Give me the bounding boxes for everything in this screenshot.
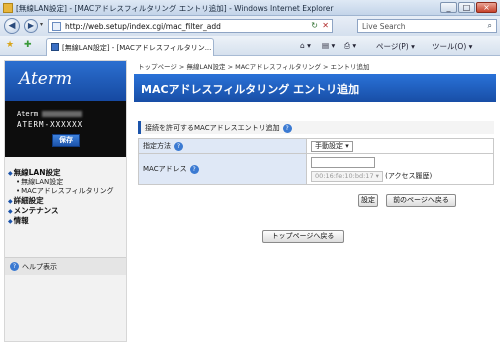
print-button[interactable]: ⎙ ▾ xyxy=(344,41,356,51)
mac-address-input[interactable] xyxy=(311,156,375,168)
section-title: 接続を許可するMACアドレスエントリ追加? xyxy=(138,121,494,134)
tools-menu-button[interactable]: ツール(O) ▾ xyxy=(432,41,472,52)
entry-form: 指定方法? 手動設定 ▾ MACアドレス? 00:16:fe:10:bd:17 … xyxy=(138,138,494,185)
save-button[interactable]: 保存 xyxy=(52,134,80,147)
menu-info[interactable]: 情報 xyxy=(8,216,124,226)
page-menu-button[interactable]: ページ(P) ▾ xyxy=(376,41,415,52)
main-panel: トップページ > 無線LAN設定 > MACアドレスフィルタリング > エントリ… xyxy=(134,56,496,352)
page-content: Aterm Aterm ATERM-XXXXXX 保存 無線LAN設定 無線LA… xyxy=(0,56,500,352)
add-favorites-icon[interactable]: ✚ xyxy=(24,40,32,50)
method-label-cell: 指定方法? xyxy=(138,138,307,154)
access-history-select[interactable]: 00:16:fe:10:bd:17 ▾ xyxy=(311,170,383,182)
stop-icon[interactable]: ✕ xyxy=(322,21,329,30)
sidebar-menu: 無線LAN設定 無線LAN設定 MACアドレスフィルタリング 詳細設定 メンテナ… xyxy=(8,168,124,226)
device-name: ATERM-XXXXXX xyxy=(17,120,84,129)
history-dropdown-icon[interactable]: ▾ xyxy=(40,21,43,28)
back-button[interactable]: 前のページへ戻る xyxy=(386,194,456,207)
minimize-button[interactable]: _ xyxy=(440,2,457,13)
mac-value-cell: 00:16:fe:10:bd:17 ▾ (アクセス履歴) xyxy=(306,153,494,185)
help-label: ヘルプ表示 xyxy=(22,263,57,271)
maximize-button[interactable]: □ xyxy=(458,2,475,13)
breadcrumb[interactable]: トップページ > 無線LAN設定 > MACアドレスフィルタリング > エントリ… xyxy=(138,61,370,71)
device-info-panel: Aterm ATERM-XXXXXX 保存 xyxy=(5,101,126,157)
sidebar: Aterm Aterm ATERM-XXXXXX 保存 無線LAN設定 無線LA… xyxy=(4,60,127,342)
redacted-model xyxy=(42,111,83,117)
tab-current[interactable]: [無線LAN設定] - [MACアドレスフィルタリン... xyxy=(46,38,214,56)
feeds-button[interactable]: ▤ ▾ xyxy=(322,41,335,50)
page-icon xyxy=(52,22,61,31)
url-text: http://web.setup/index.cgi/mac_filter_ad… xyxy=(65,22,221,31)
search-icon[interactable]: ⌕ xyxy=(488,21,492,31)
home-button[interactable]: ⌂ ▾ xyxy=(300,41,311,50)
menu-advanced[interactable]: 詳細設定 xyxy=(8,196,124,206)
access-history-label: (アクセス履歴) xyxy=(385,171,433,180)
top-page-button[interactable]: トップページへ戻る xyxy=(262,230,344,243)
help-icon: ? xyxy=(10,262,19,271)
address-field[interactable]: http://web.setup/index.cgi/mac_filter_ad… xyxy=(48,19,333,33)
mac-label-cell: MACアドレス? xyxy=(138,153,307,185)
window-title-bar: [無線LAN設定] - [MACアドレスフィルタリング エントリ追加] - Wi… xyxy=(0,0,500,16)
tab-favicon-icon xyxy=(51,43,59,51)
device-model: Aterm xyxy=(17,110,83,118)
menu-sub-mac-filtering[interactable]: MACアドレスフィルタリング xyxy=(8,187,124,196)
refresh-icon[interactable]: ↻ xyxy=(311,21,318,30)
back-arrow-icon[interactable]: ◀ xyxy=(4,18,20,34)
ie-app-icon xyxy=(3,3,13,13)
close-button[interactable]: × xyxy=(476,2,497,13)
aterm-logo: Aterm xyxy=(5,61,126,101)
tab-label: [無線LAN設定] - [MACアドレスフィルタリン... xyxy=(62,44,212,52)
method-select[interactable]: 手動設定 ▾ xyxy=(311,140,353,152)
method-value-cell: 手動設定 ▾ xyxy=(306,138,494,154)
method-help-icon[interactable]: ? xyxy=(174,141,183,151)
help-link[interactable]: ? ヘルプ表示 xyxy=(5,257,126,275)
submit-button[interactable]: 設定 xyxy=(358,194,378,207)
menu-maintenance[interactable]: メンテナンス xyxy=(8,206,124,216)
section-help-icon[interactable]: ? xyxy=(282,123,292,133)
forward-arrow-icon[interactable]: ▶ xyxy=(24,19,38,33)
search-placeholder: Live Search xyxy=(362,22,406,31)
search-input[interactable]: Live Search ⌕ xyxy=(357,19,497,33)
menu-sub-wireless-lan[interactable]: 無線LAN設定 xyxy=(8,178,124,187)
address-toolbar: ◀ ▶ ▾ http://web.setup/index.cgi/mac_fil… xyxy=(0,16,500,36)
menu-wireless-lan[interactable]: 無線LAN設定 xyxy=(8,168,124,178)
page-title: MACアドレスフィルタリング エントリ追加 xyxy=(134,74,496,102)
tab-bar: ★ ✚ [無線LAN設定] - [MACアドレスフィルタリン... ⌂ ▾ ▤ … xyxy=(0,36,500,56)
favorites-star-icon[interactable]: ★ xyxy=(6,40,14,50)
window-title: [無線LAN設定] - [MACアドレスフィルタリング エントリ追加] - Wi… xyxy=(16,4,334,13)
mac-help-icon[interactable]: ? xyxy=(189,164,199,174)
